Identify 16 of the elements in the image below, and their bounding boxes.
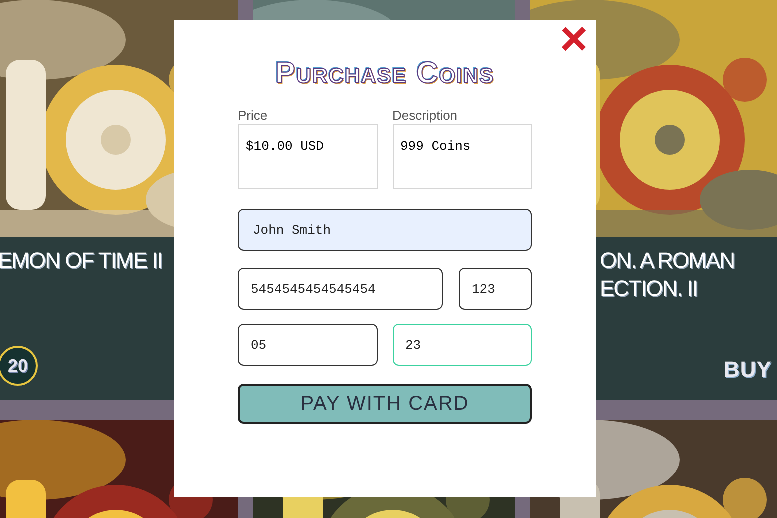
field-label: Description (392, 108, 459, 124)
card-title: EMON OF TIME II (0, 247, 164, 275)
field-label: Price (238, 108, 269, 124)
dialog-title: Purchase Coins (275, 56, 495, 92)
input-field[interactable]: 05 (238, 324, 378, 366)
input-field[interactable]: 5454545454545454 (238, 268, 443, 310)
card-title: ECTION. II (600, 275, 699, 303)
input-field[interactable]: 23 (392, 324, 532, 366)
input-field[interactable]: John Smith (238, 209, 532, 251)
card-title: ON. A ROMAN (600, 247, 736, 275)
pay-button[interactable]: PAY WITH CARD (238, 384, 532, 424)
input-field[interactable]: 999 Coins (392, 124, 532, 189)
buy-button[interactable]: BUY (724, 353, 772, 386)
input-field[interactable]: $10.00 USD (238, 124, 378, 189)
input-field[interactable]: 123 (459, 268, 532, 310)
coin-badge: 20 (0, 346, 38, 386)
